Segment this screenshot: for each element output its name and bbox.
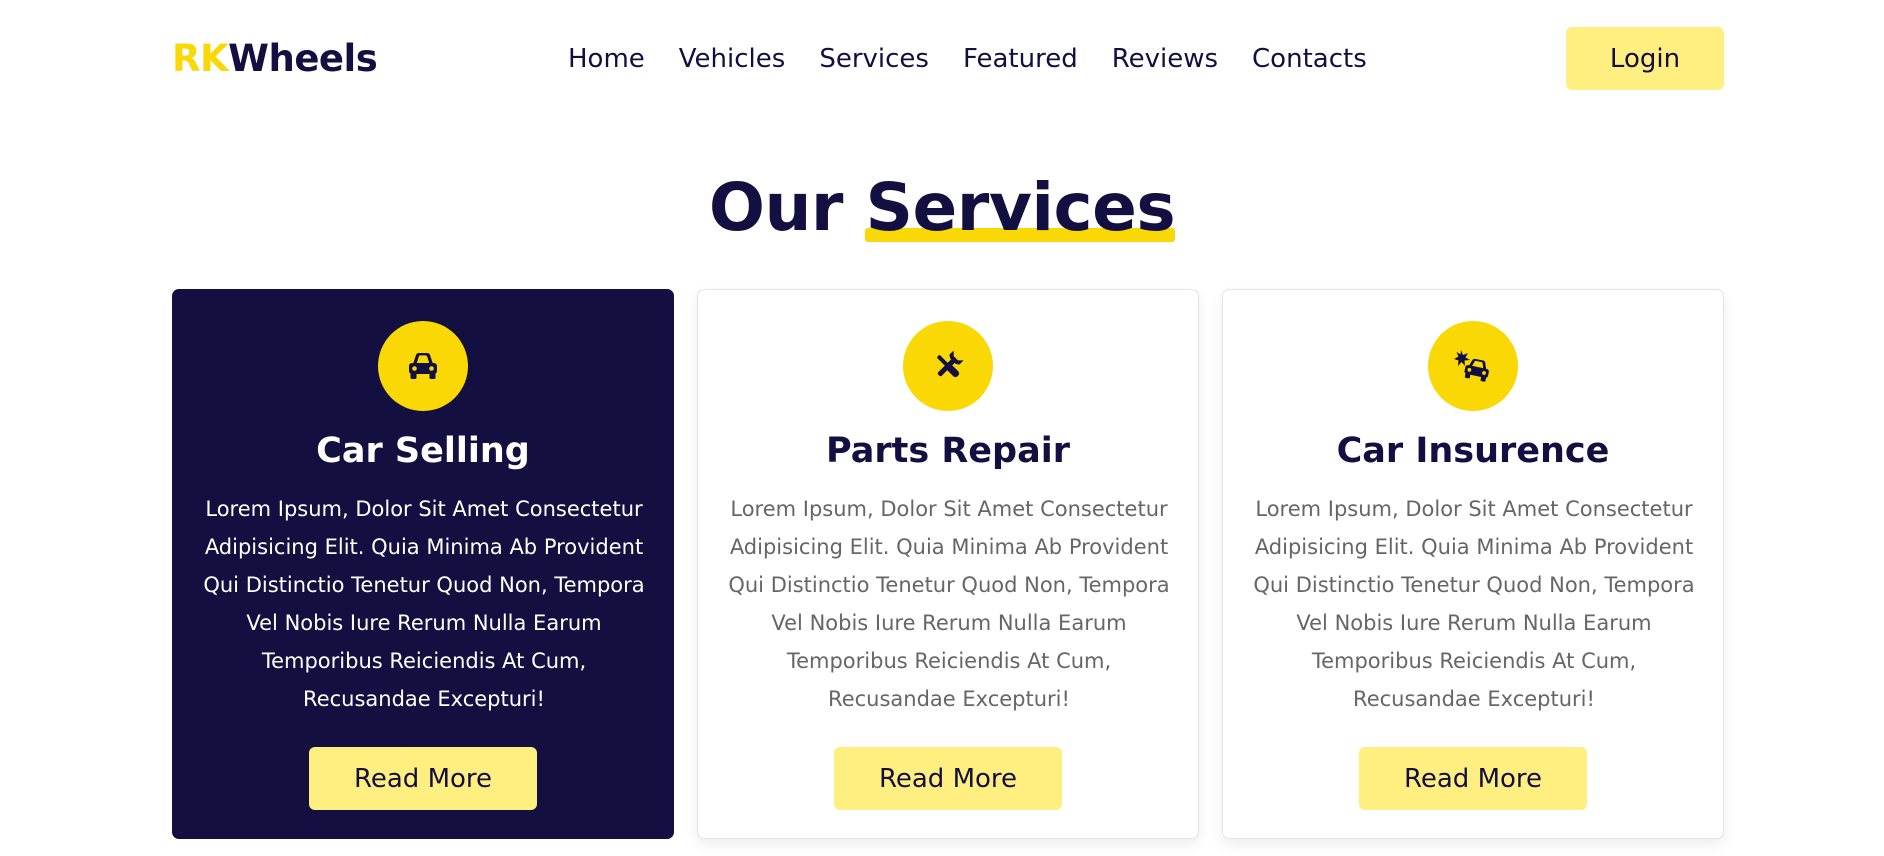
- main-nav: Home Vehicles Services Featured Reviews …: [568, 38, 1367, 80]
- section-heading: Our Services: [0, 166, 1884, 250]
- nav-link-vehicles[interactable]: Vehicles: [679, 38, 786, 80]
- login-button[interactable]: Login: [1566, 27, 1724, 90]
- car-crash-icon: [1428, 321, 1518, 411]
- service-title: Car Selling: [316, 431, 530, 471]
- service-card-car-insurance: Car Insurence Lorem Ipsum, Dolor Sit Ame…: [1222, 289, 1724, 839]
- heading-plain: Our: [708, 169, 844, 246]
- service-card-car-selling: Car Selling Lorem Ipsum, Dolor Sit Amet …: [172, 289, 674, 839]
- service-description: Lorem Ipsum, Dolor Sit Amet Consectetur …: [203, 497, 645, 711]
- nav-link-home[interactable]: Home: [568, 38, 645, 80]
- tools-icon: [903, 321, 993, 411]
- logo-accent: RK: [172, 37, 229, 80]
- site-header: RKWheels Home Vehicles Services Featured…: [0, 0, 1884, 118]
- service-description: Lorem Ipsum, Dolor Sit Amet Consectetur …: [1253, 497, 1695, 711]
- logo[interactable]: RKWheels: [172, 34, 378, 84]
- service-title: Parts Repair: [826, 431, 1070, 471]
- nav-link-featured[interactable]: Featured: [963, 38, 1078, 80]
- read-more-button[interactable]: Read More: [309, 747, 537, 810]
- logo-main: Wheels: [228, 37, 378, 80]
- heading-highlight: Services: [865, 166, 1176, 250]
- nav-link-reviews[interactable]: Reviews: [1112, 38, 1218, 80]
- nav-link-contacts[interactable]: Contacts: [1252, 38, 1367, 80]
- service-description: Lorem Ipsum, Dolor Sit Amet Consectetur …: [728, 497, 1170, 711]
- read-more-button[interactable]: Read More: [834, 747, 1062, 810]
- car-icon: [378, 321, 468, 411]
- read-more-button[interactable]: Read More: [1359, 747, 1587, 810]
- service-title: Car Insurence: [1336, 431, 1610, 471]
- nav-link-services[interactable]: Services: [819, 38, 929, 80]
- service-card-parts-repair: Parts Repair Lorem Ipsum, Dolor Sit Amet…: [697, 289, 1199, 839]
- services-container: Car Selling Lorem Ipsum, Dolor Sit Amet …: [172, 289, 1724, 841]
